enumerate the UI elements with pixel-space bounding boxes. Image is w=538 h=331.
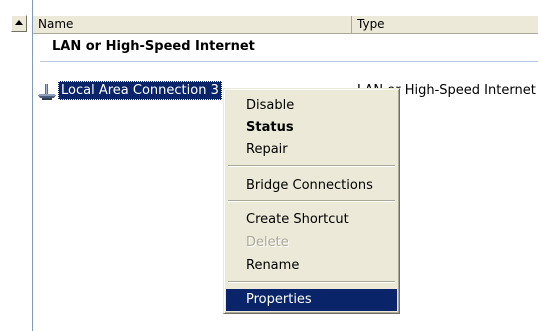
menu-item-rename[interactable]: Rename: [226, 255, 397, 277]
list-item-local-area-connection-3[interactable]: Local Area Connection 3: [58, 81, 222, 100]
up-arrow-icon: [15, 20, 23, 25]
menu-separator: [228, 200, 395, 202]
menu-item-disable[interactable]: Disable: [226, 95, 397, 117]
menu-item-delete: Delete: [246, 235, 289, 250]
menu-separator: [228, 165, 395, 167]
scroll-up-button[interactable]: [11, 15, 27, 32]
group-divider: [40, 61, 538, 62]
list-view-gutter: [0, 0, 33, 331]
column-header-bar: Name Type: [33, 15, 538, 34]
column-header-type[interactable]: Type: [352, 16, 538, 33]
menu-item-repair[interactable]: Repair: [226, 139, 397, 161]
network-connection-icon[interactable]: [36, 83, 58, 101]
menu-item-bridge-connections[interactable]: Bridge Connections: [226, 175, 397, 197]
menu-item-status[interactable]: Status: [226, 117, 397, 139]
context-menu: Disable Status Repair Bridge Connections…: [223, 88, 400, 314]
group-heading: LAN or High-Speed Internet: [52, 39, 255, 54]
menu-item-properties[interactable]: Properties: [226, 289, 397, 311]
menu-item-create-shortcut[interactable]: Create Shortcut: [226, 209, 397, 231]
menu-separator: [228, 281, 395, 283]
column-header-name[interactable]: Name: [33, 16, 352, 33]
